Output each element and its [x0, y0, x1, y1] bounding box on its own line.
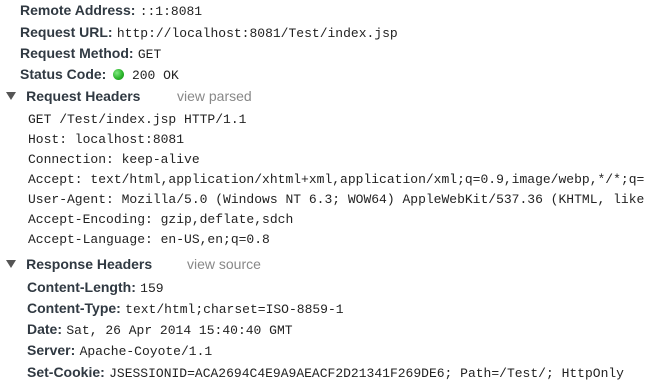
response-header-name: Content-Type:: [27, 300, 121, 316]
request-header-line: Accept: text/html,application/xhtml+xml,…: [28, 172, 645, 187]
request-method-label: Request Method:: [20, 45, 134, 61]
request-header-line: User-Agent: Mozilla/5.0 (Windows NT 6.3;…: [28, 192, 645, 207]
response-header-row: Content-Length: 159: [27, 277, 164, 298]
view-parsed-link[interactable]: view parsed: [177, 85, 252, 107]
request-url-label: Request URL:: [20, 24, 113, 40]
response-header-value: Apache-Coyote/1.1: [79, 344, 213, 359]
view-source-link[interactable]: view source: [187, 253, 261, 275]
remote-address-value: ::1:8081: [139, 4, 203, 19]
response-header-row: Set-Cookie: JSESSIONID=ACA2694C4E9A9AEAC…: [27, 362, 624, 383]
response-header-value: Sat, 26 Apr 2014 15:40:40 GMT: [66, 323, 293, 338]
status-code-row: Status Code: 200 OK: [20, 64, 179, 85]
request-method-value: GET: [137, 47, 162, 62]
request-header-line: GET /Test/index.jsp HTTP/1.1: [28, 112, 247, 127]
response-header-row: Date: Sat, 26 Apr 2014 15:40:40 GMT: [27, 319, 293, 340]
response-header-value: text/html;charset=ISO-8859-1: [125, 302, 344, 317]
status-ok-icon: [112, 68, 124, 80]
request-header-line: Accept-Encoding: gzip,deflate,sdch: [28, 212, 294, 227]
request-headers-section-header[interactable]: Request Headers view parsed: [6, 85, 646, 107]
response-header-name: Server:: [27, 342, 76, 358]
remote-address-label: Remote Address:: [20, 2, 136, 18]
response-header-name: Content-Length:: [27, 279, 136, 295]
headers-panel: Remote Address: ::1:8081 Request URL: ht…: [0, 0, 659, 388]
request-url-row: Request URL: http://localhost:8081/Test/…: [20, 22, 398, 43]
response-header-value: JSESSIONID=ACA2694C4E9A9AEACF2D21341F269…: [109, 366, 624, 381]
request-header-line: Accept-Language: en-US,en;q=0.8: [28, 232, 270, 247]
remote-address-row: Remote Address: ::1:8081: [20, 0, 202, 21]
status-code-value: 200 OK: [131, 68, 179, 83]
request-url-value: http://localhost:8081/Test/index.jsp: [116, 26, 398, 41]
response-header-name: Date:: [27, 321, 63, 337]
request-header-line: Host: localhost:8081: [28, 132, 185, 147]
request-header-line: Connection: keep-alive: [28, 152, 200, 167]
request-headers-title[interactable]: Request Headers: [26, 85, 140, 107]
response-header-row: Content-Type: text/html;charset=ISO-8859…: [27, 298, 344, 319]
response-header-name: Set-Cookie:: [27, 364, 105, 380]
response-headers-section-header[interactable]: Response Headers view source: [6, 253, 646, 275]
response-header-value: 159: [140, 281, 164, 296]
expanded-triangle-icon[interactable]: [6, 91, 16, 100]
expanded-triangle-icon[interactable]: [6, 259, 16, 268]
response-headers-title[interactable]: Response Headers: [26, 253, 152, 275]
response-header-row: Server: Apache-Coyote/1.1: [27, 340, 212, 361]
status-code-label: Status Code:: [20, 66, 107, 82]
request-method-row: Request Method: GET: [20, 43, 161, 64]
